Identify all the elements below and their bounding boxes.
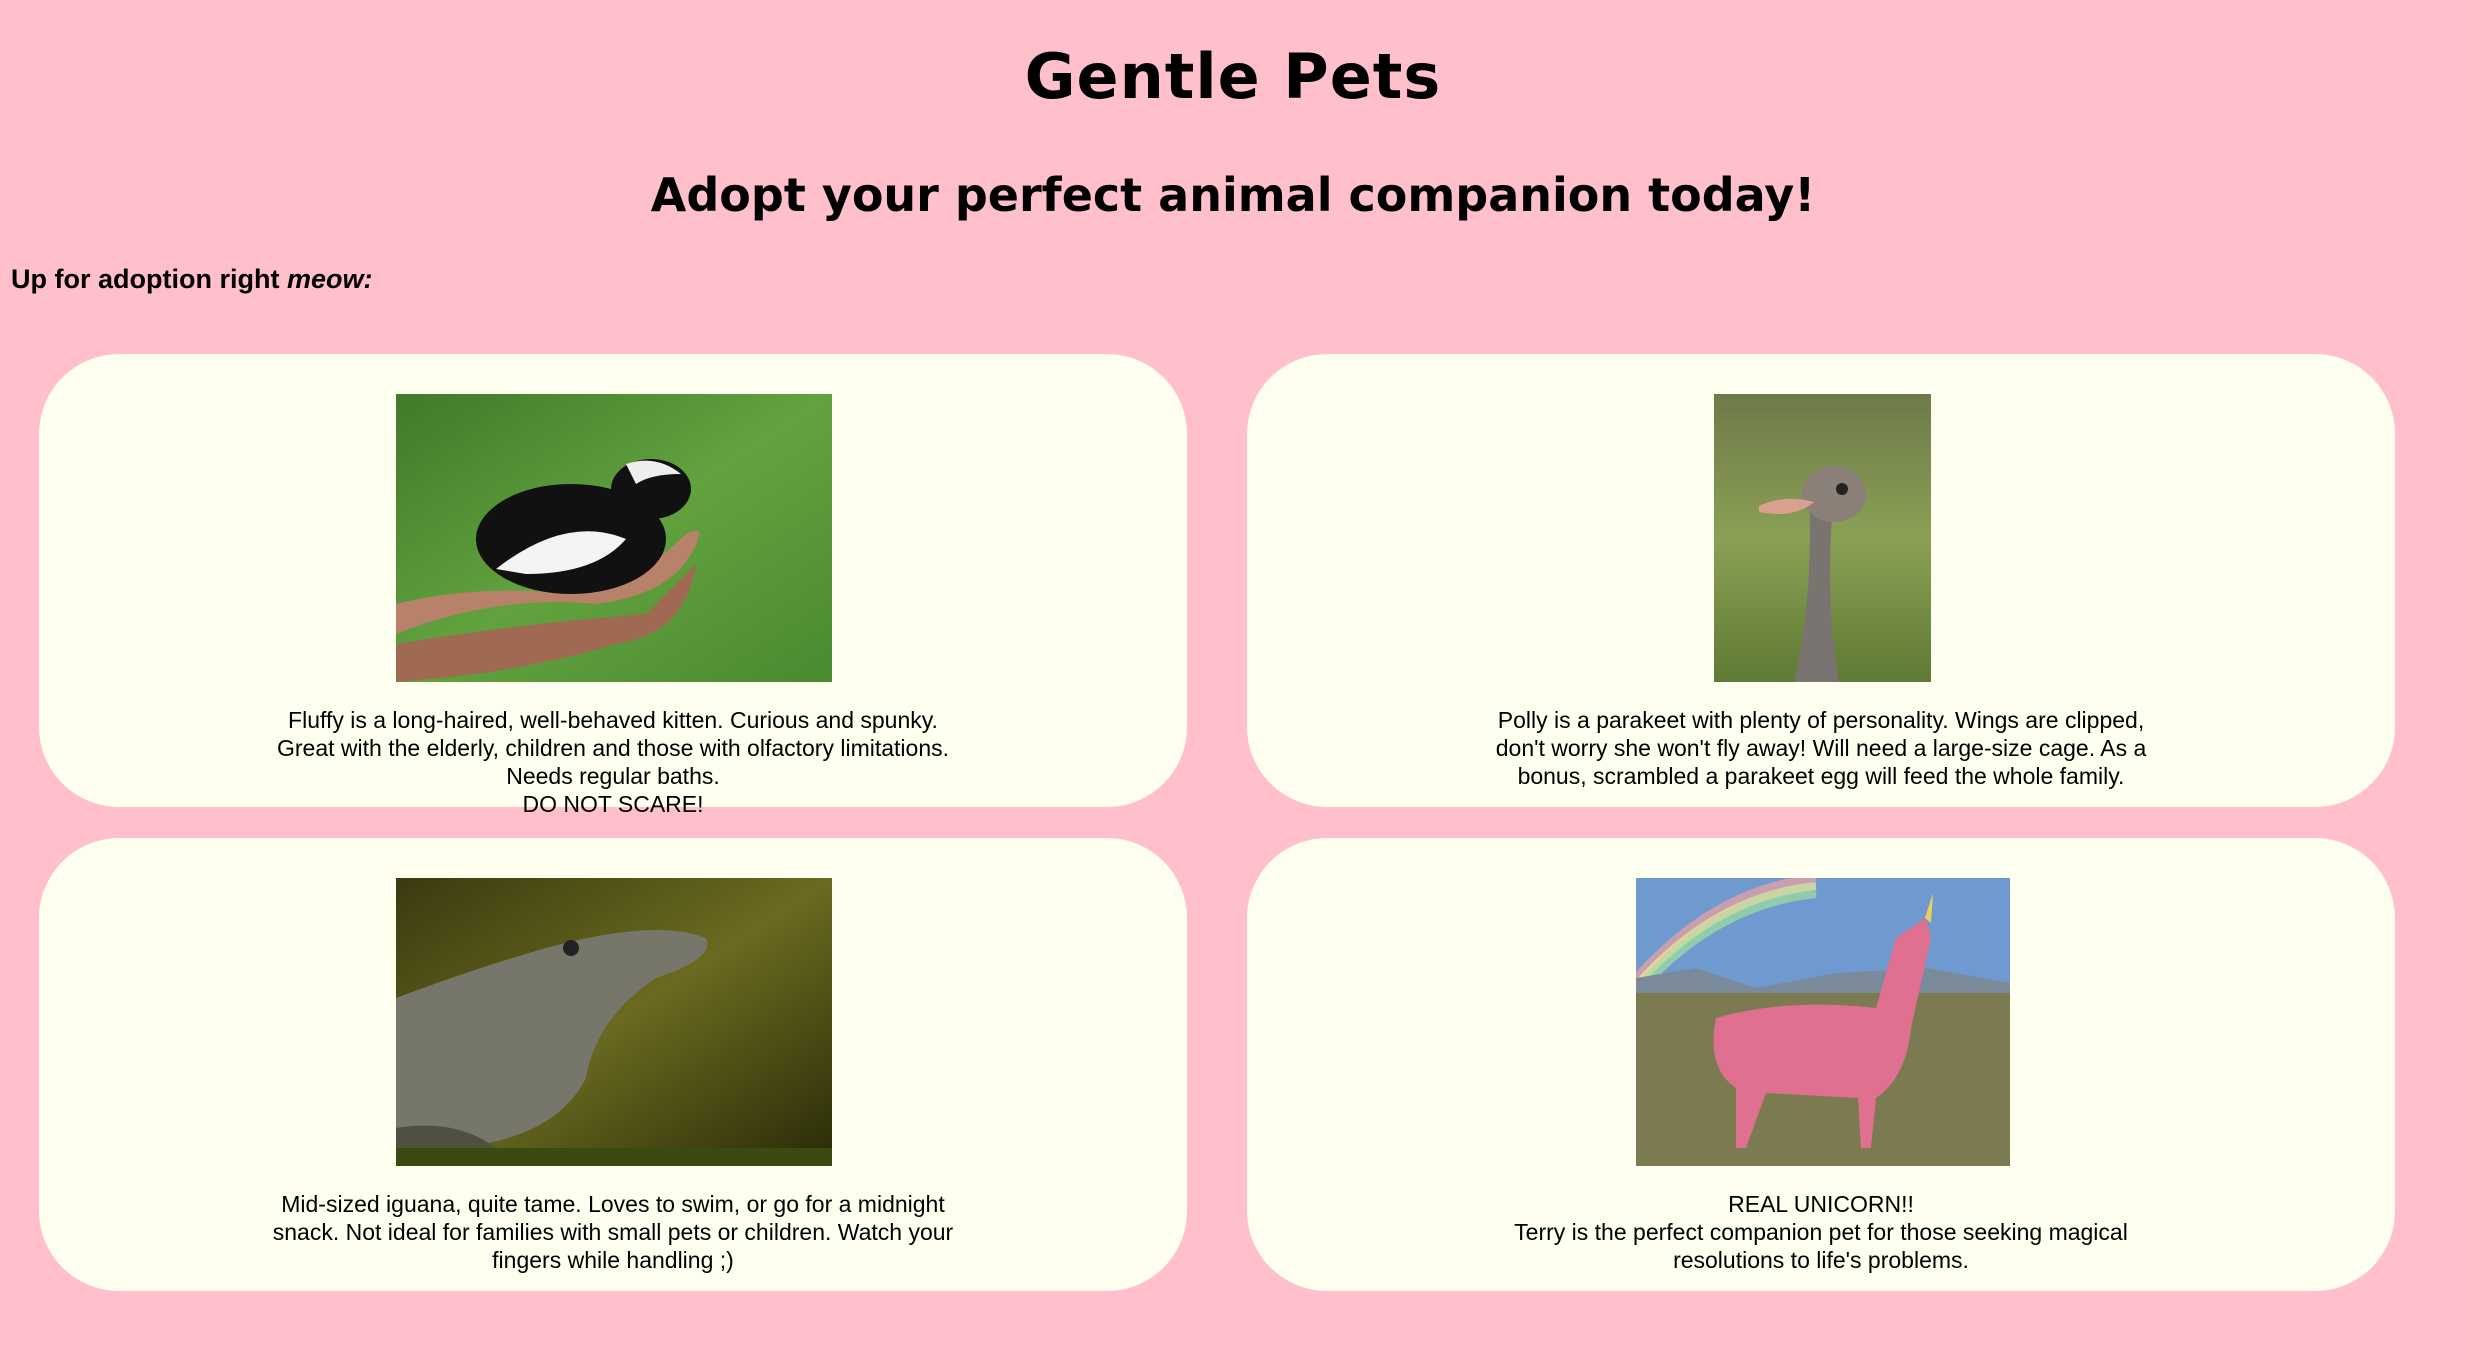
pet-description: Polly is a parakeet with plenty of perso… (1476, 706, 2166, 790)
pet-description: REAL UNICORN!! Terry is the perfect comp… (1476, 1190, 2166, 1274)
pet-card-fluffy: Fluffy is a long-haired, well-behaved ki… (39, 354, 1187, 817)
description-warning: DO NOT SCARE! (522, 791, 704, 817)
description-line: Polly is a parakeet with plenty of perso… (1495, 707, 2147, 789)
pet-description: Fluffy is a long-haired, well-behaved ki… (268, 706, 958, 818)
pink-llama-unicorn-photo (1636, 878, 2010, 1166)
skunk-in-hand-photo (396, 394, 832, 682)
page-title: Gentle Pets (1024, 40, 1442, 113)
pet-description: Mid-sized iguana, quite tame. Loves to s… (268, 1190, 958, 1274)
pet-card-iguana: Mid-sized iguana, quite tame. Loves to s… (39, 838, 1187, 1291)
intro-emphasis: meow: (286, 264, 373, 294)
description-headline: REAL UNICORN!! (1728, 1191, 1914, 1217)
ostrich-photo (1714, 394, 1931, 682)
adoption-intro: Up for adoption right meow: (11, 264, 372, 295)
pet-card-terry: REAL UNICORN!! Terry is the perfect comp… (1247, 838, 2395, 1291)
description-line: Mid-sized iguana, quite tame. Loves to s… (272, 1191, 954, 1273)
description-line: Fluffy is a long-haired, well-behaved ki… (277, 707, 949, 789)
intro-text: Up for adoption right (11, 264, 287, 294)
pet-card-polly: Polly is a parakeet with plenty of perso… (1247, 354, 2395, 807)
alligator-photo (396, 878, 832, 1166)
description-line: Terry is the perfect companion pet for t… (1514, 1219, 2128, 1273)
page-subtitle: Adopt your perfect animal companion toda… (650, 168, 1816, 222)
